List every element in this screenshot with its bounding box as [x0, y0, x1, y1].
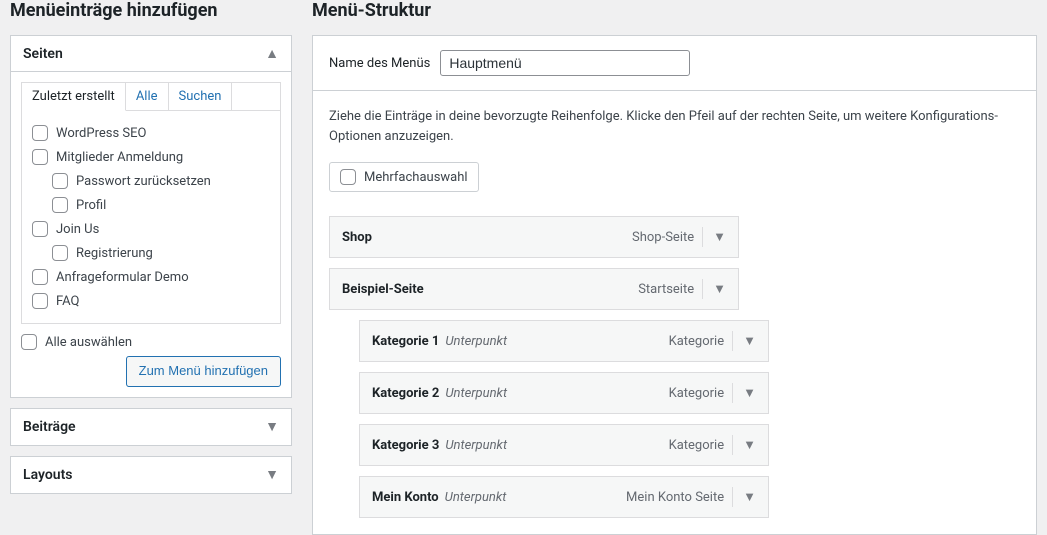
page-item-checkbox[interactable]: [32, 269, 48, 285]
menu-item[interactable]: Mein Konto Unterpunkt Mein Konto Seite ▼: [359, 476, 769, 518]
menu-item-subtitle: Unterpunkt: [445, 490, 507, 505]
page-item-label: Registrierung: [76, 246, 153, 261]
menu-item-type: Kategorie: [669, 334, 725, 349]
menu-item-title: Kategorie 2: [372, 386, 439, 401]
add-to-menu-button[interactable]: Zum Menü hinzufügen: [126, 356, 281, 387]
tab-search[interactable]: Suchen: [169, 83, 233, 111]
menu-item-type: Kategorie: [669, 386, 725, 401]
page-item-label: Passwort zurücksetzen: [76, 174, 211, 189]
menu-item-title: Kategorie 1: [372, 334, 439, 349]
menu-item[interactable]: Kategorie 1 Unterpunkt Kategorie ▼: [359, 320, 769, 362]
page-item-checkbox[interactable]: [32, 149, 48, 165]
layouts-postbox-title: Layouts: [23, 467, 72, 483]
menu-item-type: Kategorie: [669, 438, 725, 453]
page-item-checkbox[interactable]: [32, 221, 48, 237]
caret-down-icon: ▼: [265, 418, 279, 435]
posts-postbox-header[interactable]: Beiträge ▼: [11, 409, 291, 445]
caret-up-icon: ▲: [265, 45, 279, 62]
page-item: FAQ: [32, 289, 270, 313]
bulk-select-checkbox[interactable]: [340, 169, 356, 185]
caret-down-icon[interactable]: ▼: [732, 331, 756, 351]
page-item: Anfrageformular Demo: [32, 265, 270, 289]
menu-item-title: Shop: [342, 230, 372, 245]
menu-item-title: Beispiel-Seite: [342, 282, 424, 297]
menu-item-subtitle: Unterpunkt: [445, 334, 507, 349]
page-item-checkbox[interactable]: [32, 293, 48, 309]
layouts-postbox-header[interactable]: Layouts ▼: [11, 457, 291, 493]
menu-item[interactable]: Kategorie 2 Unterpunkt Kategorie ▼: [359, 372, 769, 414]
pages-postbox-title: Seiten: [23, 46, 63, 62]
posts-postbox-title: Beiträge: [23, 419, 76, 435]
menu-name-input[interactable]: [440, 50, 690, 76]
menu-body: Ziehe die Einträge in deine bevorzugte R…: [312, 90, 1037, 535]
page-item: Join Us: [32, 217, 270, 241]
menu-item-title: Mein Konto: [372, 490, 439, 505]
menu-item-subtitle: Unterpunkt: [445, 386, 507, 401]
menu-item[interactable]: Beispiel-Seite Startseite ▼: [329, 268, 739, 310]
select-all-label: Alle auswählen: [45, 335, 132, 350]
bulk-select-label: Mehrfachauswahl: [364, 170, 468, 185]
menu-structure-heading: Menü-Struktur: [312, 0, 1037, 25]
page-item-label: Join Us: [56, 222, 99, 237]
caret-down-icon: ▼: [265, 466, 279, 483]
pages-postbox-header[interactable]: Seiten ▲: [11, 36, 291, 72]
tab-recent[interactable]: Zuletzt erstellt: [22, 83, 126, 111]
menu-items-list: Shop Shop-Seite ▼ Beispiel-Seite Startseite ▼…: [329, 216, 1020, 518]
menu-instructions: Ziehe die Einträge in deine bevorzugte R…: [329, 107, 1020, 146]
page-item: Profil: [32, 193, 270, 217]
select-all-checkbox[interactable]: [21, 334, 37, 350]
menu-item-type: Mein Konto Seite: [626, 490, 724, 505]
page-item-label: WordPress SEO: [56, 126, 146, 141]
page-item-checkbox[interactable]: [52, 197, 68, 213]
menu-item-subtitle: Unterpunkt: [445, 438, 507, 453]
pages-postbox: Seiten ▲ Zuletzt erstellt Alle Suchen Wo…: [10, 35, 292, 398]
page-item-label: Mitglieder Anmeldung: [56, 150, 183, 165]
pages-tabs: Zuletzt erstellt Alle Suchen: [21, 82, 281, 111]
page-item-label: Anfrageformular Demo: [56, 270, 189, 285]
caret-down-icon[interactable]: ▼: [732, 383, 756, 403]
posts-postbox: Beiträge ▼: [10, 408, 292, 446]
page-item: Registrierung: [32, 241, 270, 265]
page-item-label: FAQ: [56, 294, 79, 309]
menu-item-type: Shop-Seite: [632, 230, 694, 245]
menu-item-type: Startseite: [638, 282, 694, 297]
page-item-checkbox[interactable]: [52, 173, 68, 189]
menu-item[interactable]: Kategorie 3 Unterpunkt Kategorie ▼: [359, 424, 769, 466]
page-item-checkbox[interactable]: [32, 125, 48, 141]
page-item: WordPress SEO: [32, 121, 270, 145]
tab-all[interactable]: Alle: [126, 83, 169, 111]
caret-down-icon[interactable]: ▼: [732, 435, 756, 455]
page-item: Mitglieder Anmeldung: [32, 145, 270, 169]
menu-item[interactable]: Shop Shop-Seite ▼: [329, 216, 739, 258]
menu-header: Name des Menüs: [312, 35, 1037, 90]
pages-list: WordPress SEO Mitglieder Anmeldung Passwor…: [32, 121, 270, 313]
caret-down-icon[interactable]: ▼: [702, 227, 726, 247]
caret-down-icon[interactable]: ▼: [702, 279, 726, 299]
page-item-checkbox[interactable]: [52, 245, 68, 261]
caret-down-icon[interactable]: ▼: [732, 487, 756, 507]
bulk-select-row: Mehrfachauswahl: [329, 162, 479, 192]
add-items-heading: Menüeinträge hinzufügen: [10, 0, 292, 25]
page-item: Passwort zurücksetzen: [32, 169, 270, 193]
page-item-label: Profil: [76, 198, 106, 213]
menu-item-title: Kategorie 3: [372, 438, 439, 453]
menu-name-label: Name des Menüs: [329, 56, 430, 71]
layouts-postbox: Layouts ▼: [10, 456, 292, 494]
